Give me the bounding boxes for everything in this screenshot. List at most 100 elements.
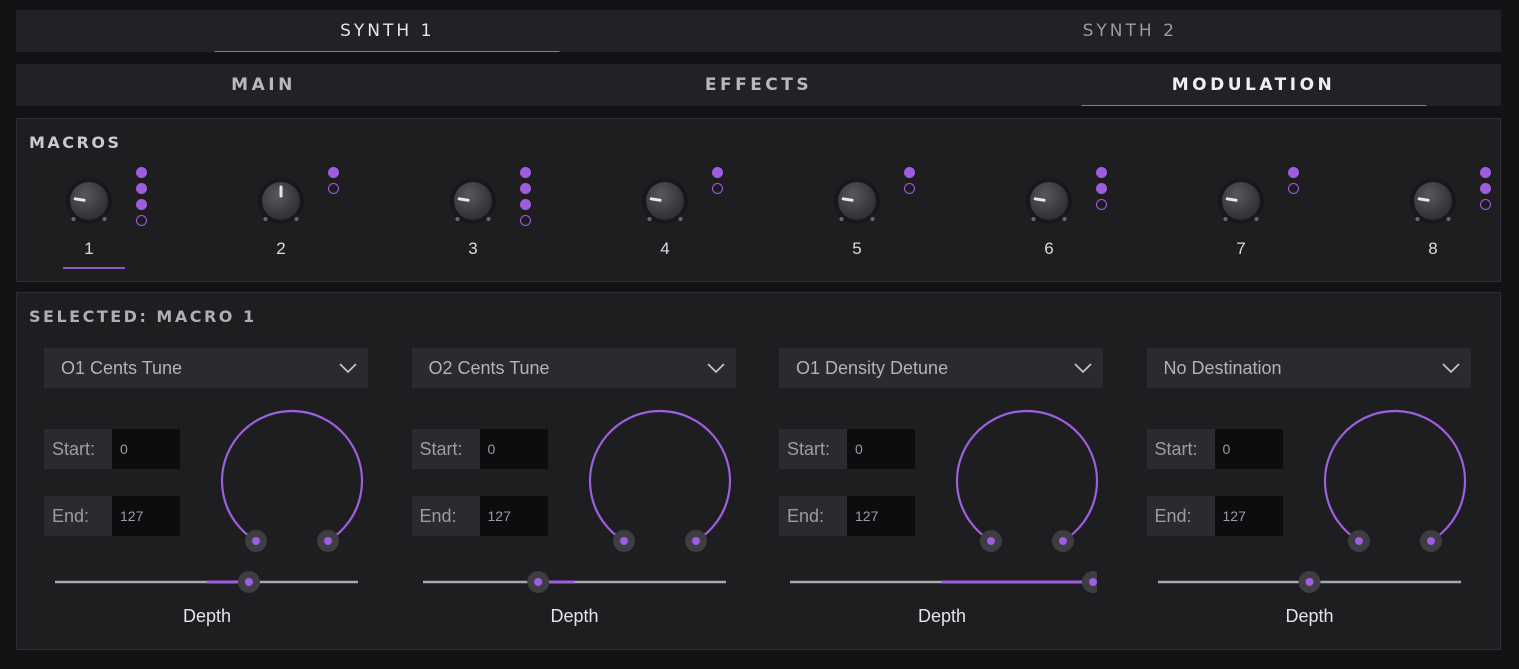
macro-3[interactable]: 3 — [409, 163, 531, 273]
curve-end-handle[interactable] — [684, 530, 707, 552]
macro-mod-indicators — [520, 167, 531, 231]
curve-end-handle[interactable] — [317, 530, 339, 552]
macro-knob[interactable] — [65, 177, 113, 225]
destination-dropdown[interactable]: O1 Cents Tune — [44, 348, 368, 388]
macro-knob[interactable] — [833, 177, 881, 225]
macro-knob[interactable] — [1409, 177, 1457, 225]
macro-8[interactable]: 8 — [1369, 163, 1491, 273]
tab-active-indicator — [1081, 105, 1426, 106]
tab-active-indicator — [214, 51, 560, 52]
curve-start-handle[interactable] — [612, 530, 635, 552]
macro-5[interactable]: 5 — [793, 163, 915, 273]
depth-slider-thumb[interactable] — [526, 571, 549, 593]
depth-slider[interactable] — [787, 570, 1097, 594]
mod-dot-active — [520, 183, 531, 194]
mod-slot-1: O1 Cents Tune Start: 0 End: 127 Depth — [44, 348, 369, 638]
macro-mod-indicators — [904, 167, 915, 199]
tab-main[interactable]: MAIN — [16, 64, 511, 106]
macro-knob[interactable] — [1025, 177, 1073, 225]
macro-6[interactable]: 6 — [985, 163, 1107, 273]
mod-dot-active — [520, 167, 531, 178]
curve-start-handle[interactable] — [1347, 530, 1370, 552]
depth-label: Depth — [182, 606, 232, 626]
depth-slider-thumb[interactable] — [1298, 571, 1320, 593]
macro-label: 5 — [852, 239, 862, 258]
mod-curve-ring[interactable] — [1317, 406, 1473, 554]
tab-main-label: MAIN — [231, 75, 296, 95]
depth-slider[interactable] — [52, 570, 362, 594]
macro-label: 2 — [276, 239, 286, 258]
mod-dot-active — [1096, 167, 1107, 178]
tab-modulation[interactable]: MODULATION — [1006, 64, 1501, 106]
curve-end-handle[interactable] — [1052, 530, 1074, 552]
destination-dropdown[interactable]: No Destination — [1146, 348, 1471, 388]
tab-effects[interactable]: EFFECTS — [511, 64, 1006, 106]
tab-synth-1-label: SYNTH 1 — [340, 21, 435, 41]
macro-knob[interactable] — [1217, 177, 1265, 225]
mod-dot-active — [136, 183, 147, 194]
macro-mod-indicators — [1096, 167, 1107, 215]
depth-slider-thumb[interactable] — [237, 571, 260, 593]
mod-dot-empty — [520, 215, 531, 226]
mod-dot-empty — [1096, 199, 1107, 210]
macro-label: 7 — [1236, 239, 1246, 258]
section-tab-bar: MAIN EFFECTS MODULATION — [16, 64, 1501, 106]
mod-dot-empty — [1288, 183, 1299, 194]
end-input[interactable]: 127 — [112, 496, 180, 536]
destination-dropdown[interactable]: O2 Cents Tune — [411, 348, 736, 388]
mod-slot-2: O2 Cents Tune Start: 0 End: 127 Depth — [411, 348, 738, 638]
end-input[interactable]: 127 — [479, 496, 548, 536]
depth-slider[interactable] — [420, 570, 730, 594]
depth-slider[interactable] — [1155, 570, 1465, 594]
end-input[interactable]: 127 — [1214, 496, 1283, 536]
mod-curve-ring[interactable] — [214, 406, 370, 554]
macro-1[interactable]: 1 — [25, 163, 147, 273]
mod-dot-active — [1288, 167, 1299, 178]
macro-knob[interactable] — [449, 177, 497, 225]
tab-effects-label: EFFECTS — [704, 75, 813, 95]
destination-dropdown[interactable]: O1 Density Detune — [779, 348, 1103, 388]
mod-dot-empty — [1480, 199, 1491, 210]
start-input[interactable]: 0 — [479, 429, 548, 469]
start-label: Start: — [411, 429, 480, 469]
tab-synth-1[interactable]: SYNTH 1 — [16, 10, 759, 52]
tab-modulation-label: MODULATION — [1171, 75, 1336, 95]
end-label: End: — [779, 496, 847, 536]
end-input[interactable]: 127 — [847, 496, 915, 536]
macro-selected-indicator — [63, 267, 125, 269]
macro-4[interactable]: 4 — [601, 163, 723, 273]
macro-label: 4 — [660, 239, 670, 258]
depth-slider-thumb[interactable] — [1082, 571, 1097, 593]
start-label: Start: — [44, 429, 112, 469]
macro-mod-indicators — [136, 167, 147, 231]
mod-curve-ring[interactable] — [949, 406, 1105, 554]
macro-7[interactable]: 7 — [1177, 163, 1299, 273]
curve-start-handle[interactable] — [245, 530, 267, 552]
end-label: End: — [1146, 496, 1215, 536]
tab-synth-2[interactable]: SYNTH 2 — [759, 10, 1502, 52]
mod-dot-empty — [904, 183, 915, 194]
curve-end-handle[interactable] — [1419, 530, 1442, 552]
mod-dot-active — [520, 199, 531, 210]
macro-2[interactable]: 2 — [217, 163, 339, 273]
end-label: End: — [44, 496, 112, 536]
chevron-down-icon — [696, 348, 736, 388]
tab-synth-2-label: SYNTH 2 — [1082, 21, 1177, 41]
mod-dot-empty — [712, 183, 723, 194]
start-input[interactable]: 0 — [847, 429, 915, 469]
macro-mod-indicators — [1480, 167, 1491, 215]
destination-value: O2 Cents Tune — [428, 357, 550, 378]
macro-mod-indicators — [1288, 167, 1299, 199]
macro-label: 6 — [1044, 239, 1054, 258]
start-label: Start: — [779, 429, 847, 469]
mod-curve-ring[interactable] — [582, 406, 738, 554]
mod-dot-active — [136, 199, 147, 210]
macro-knob[interactable] — [257, 177, 305, 225]
macro-knob[interactable] — [641, 177, 689, 225]
start-input[interactable]: 0 — [1214, 429, 1283, 469]
start-input[interactable]: 0 — [112, 429, 180, 469]
curve-start-handle[interactable] — [980, 530, 1002, 552]
macro-label: 3 — [468, 239, 478, 258]
depth-label: Depth — [917, 606, 967, 626]
selected-macro-title: SELECTED: MACRO 1 — [29, 307, 257, 326]
